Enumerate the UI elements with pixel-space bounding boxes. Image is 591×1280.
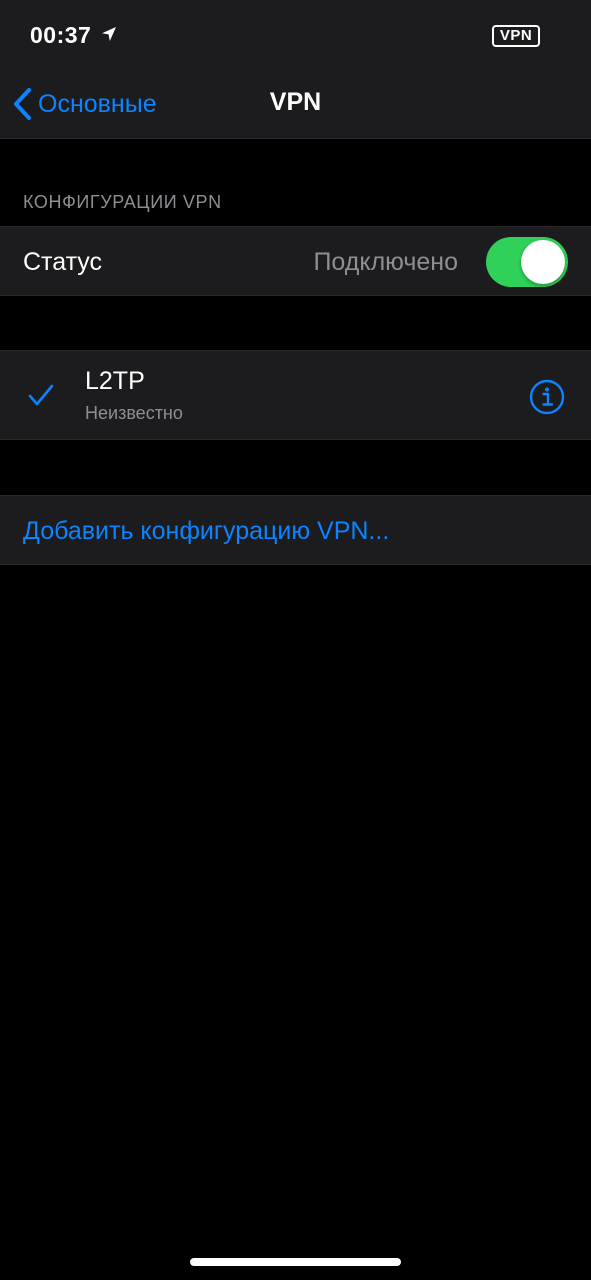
vpn-config-status: Неизвестно [85,403,183,423]
vpn-config-name: L2TP [85,367,145,395]
status-row: Статус Подключено [0,226,591,296]
checkmark-icon [28,384,54,406]
navigation-bar: Основные VPN [0,72,591,139]
add-vpn-config-button[interactable]: Добавить конфигурацию VPN... [0,495,591,565]
status-bar: 00:37 VPN [0,0,591,72]
vpn-toggle[interactable] [486,237,568,287]
location-arrow-icon [102,27,116,41]
page-title: VPN [269,88,322,116]
add-vpn-config-label: Добавить конфигурацию VPN... [23,517,390,545]
status-label: Статус [23,248,103,276]
vpn-config-row[interactable]: L2TP Неизвестно [0,350,591,440]
status-value: Подключено [313,248,458,276]
vpn-status-badge: VPN [492,25,540,47]
section-header-vpn-configs: КОНФИГУРАЦИИ VPN [23,192,222,212]
status-time: 00:37 [30,22,92,48]
home-indicator[interactable] [190,1258,401,1266]
toggle-knob [521,240,565,284]
info-circle-icon[interactable] [529,379,565,415]
